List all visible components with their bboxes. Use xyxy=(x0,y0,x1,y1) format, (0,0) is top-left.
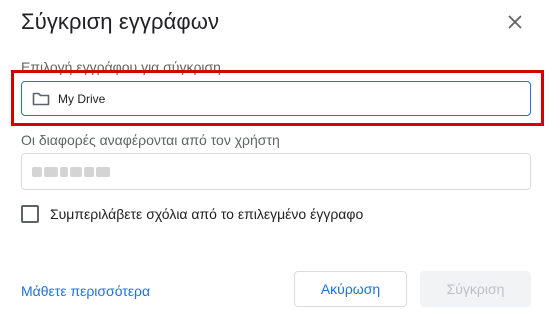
cancel-button[interactable]: Ακύρωση xyxy=(294,271,407,307)
redacted-author-value xyxy=(32,166,110,177)
compare-documents-dialog: Σύγκριση εγγράφων Επιλογή εγγράφου για σ… xyxy=(0,0,549,327)
document-picker-value: My Drive xyxy=(58,91,106,106)
learn-more-link[interactable]: Μάθετε περισσότερα xyxy=(21,283,150,299)
include-comments-checkbox[interactable] xyxy=(21,205,39,223)
compare-button[interactable]: Σύγκριση xyxy=(420,271,531,307)
author-field-label: Οι διαφορές αναφέρονται από τον χρήστη xyxy=(21,132,280,148)
include-comments-option[interactable]: Συμπεριλάβετε σχόλια από το επιλεγμένο έ… xyxy=(21,205,363,223)
author-input[interactable] xyxy=(21,153,531,190)
close-button[interactable] xyxy=(501,8,529,36)
document-picker[interactable]: My Drive xyxy=(21,81,531,116)
dialog-title: Σύγκριση εγγράφων xyxy=(21,9,220,34)
include-comments-label: Συμπεριλάβετε σχόλια από το επιλεγμένο έ… xyxy=(50,206,364,222)
folder-icon xyxy=(32,90,50,108)
close-icon xyxy=(508,15,522,29)
document-picker-label: Επιλογή εγγράφου για σύγκριση xyxy=(21,59,221,75)
